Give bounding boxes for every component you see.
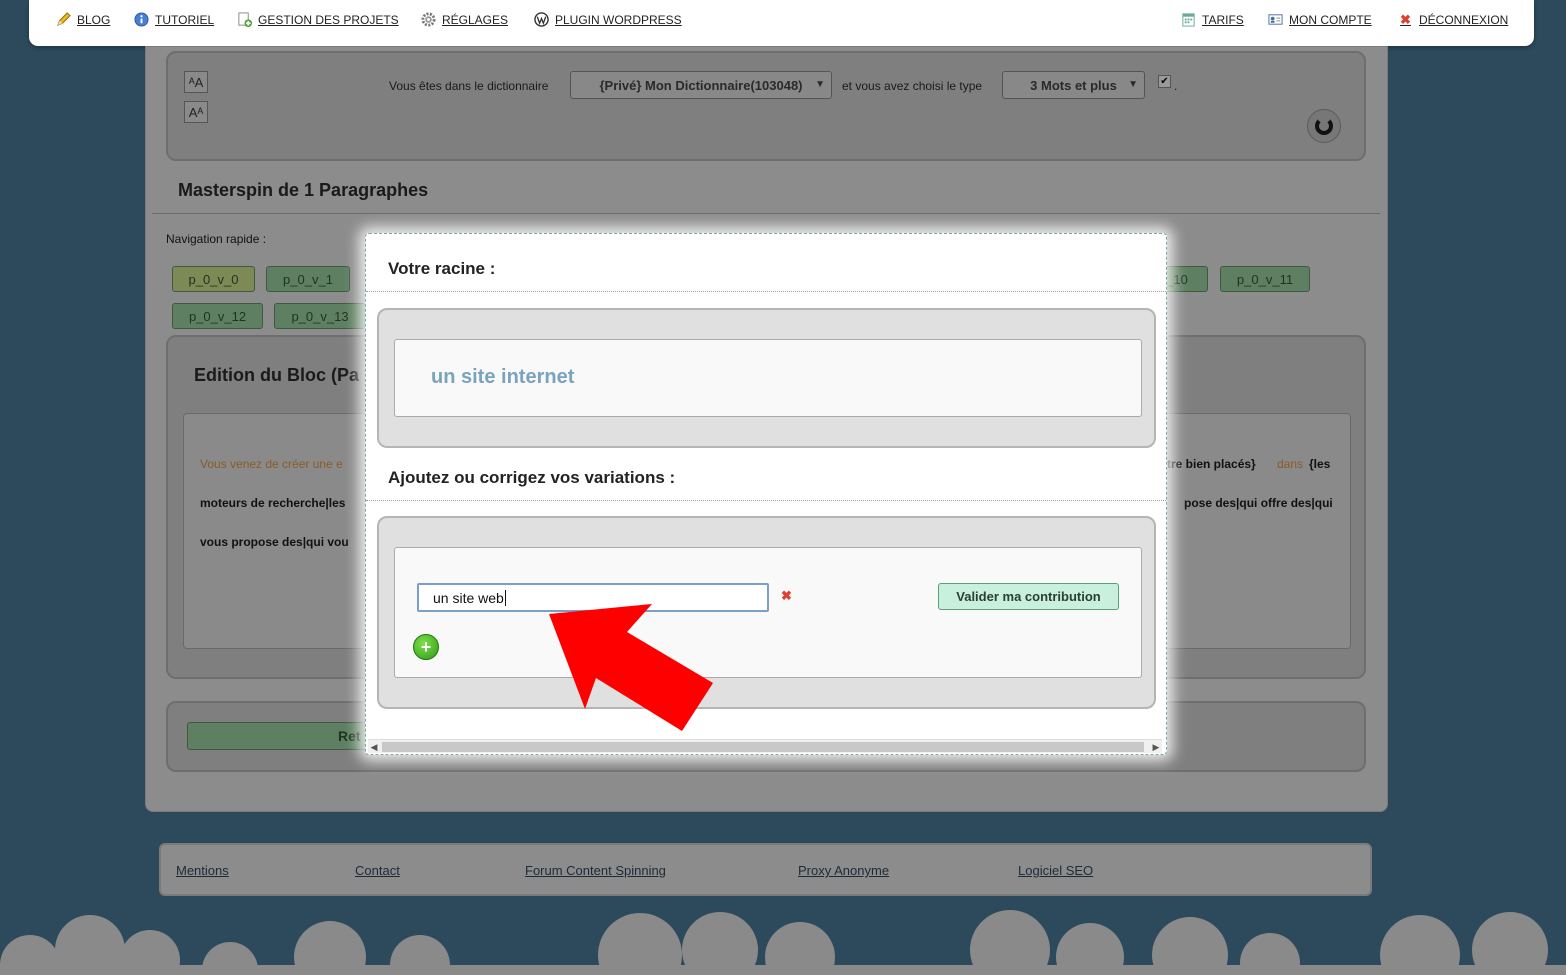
page-title: Masterspin de 1 Paragraphes: [178, 180, 429, 200]
type-select[interactable]: 3 Mots et plus ▼: [1002, 71, 1145, 99]
return-button[interactable]: Ret: [187, 722, 387, 750]
divider: [366, 500, 1166, 501]
nav-link-deconnexion[interactable]: ✖ DÉCONNEXION: [1398, 12, 1508, 27]
nav-button-p0v13[interactable]: p_0_v_13: [274, 303, 366, 329]
text-line2-right: pose des|qui offre des|qui: [1184, 496, 1333, 510]
footer-link-logiciel-seo[interactable]: Logiciel SEO: [1018, 863, 1093, 878]
dictionary-select-value: {Privé} Mon Dictionnaire(103048): [599, 77, 803, 93]
nav-button-p0v1[interactable]: p_0_v_1: [266, 266, 350, 292]
footer-link-mentions[interactable]: Mentions: [176, 863, 229, 878]
nav-link-tarifs[interactable]: TARIFS: [1181, 12, 1244, 27]
scroll-left-icon[interactable]: ◀: [368, 740, 380, 754]
text-line1-right-c: {les: [1309, 457, 1331, 471]
type-middle-label: et vous avez choisi le type: [842, 79, 983, 93]
root-box: un site internet: [394, 339, 1142, 417]
gear-icon: [421, 12, 436, 27]
root-heading: Votre racine :: [388, 259, 496, 278]
delete-variation-icon[interactable]: ✖: [781, 588, 792, 604]
text-line1-right-a: tre bien placés}: [1167, 457, 1256, 471]
nav-label: BLOG: [77, 12, 111, 27]
nav-rapide-label: Navigation rapide :: [166, 232, 267, 246]
variation-input-value: un site web: [433, 589, 504, 606]
text-line1-right-b: dans: [1277, 457, 1304, 471]
nav-label: TUTORIEL: [155, 12, 215, 27]
root-value: un site internet: [431, 366, 575, 388]
variation-modal: Votre racine : un site internet Ajoutez …: [365, 233, 1167, 755]
calendar-icon: [1182, 13, 1195, 27]
add-variation-icon[interactable]: +: [413, 634, 439, 660]
text-cursor: [504, 589, 506, 606]
dictionary-prefix-label: Vous êtes dans le dictionnaire: [389, 79, 549, 93]
type-checkbox[interactable]: ✔: [1158, 75, 1171, 88]
wordpress-icon: [534, 12, 549, 27]
chevron-down-icon: ▼: [1128, 79, 1138, 90]
variations-box: un site web ✖ Valider ma contribution +: [394, 547, 1142, 678]
cloud-background: [0, 910, 1566, 975]
pencil-icon: [57, 12, 71, 26]
nav-link-tutoriel[interactable]: TUTORIEL: [134, 12, 214, 27]
font-increase-icon[interactable]: ᴬA: [184, 71, 208, 93]
nav-label: TARIFS: [1202, 12, 1244, 27]
top-navigation-bar: BLOG TUTORIEL GESTION DES PROJETS RÉGLAG…: [29, 0, 1534, 46]
horizontal-scrollbar[interactable]: ◀ ▶: [368, 739, 1162, 753]
nav-label: RÉGLAGES: [442, 12, 509, 27]
text-line2-left: moteurs de recherche|les: [200, 496, 346, 510]
info-icon: [134, 12, 149, 27]
nav-link-mon-compte[interactable]: MON COMPTE: [1268, 12, 1372, 27]
nav-button-p0v12[interactable]: p_0_v_12: [172, 303, 263, 329]
scroll-right-icon[interactable]: ▶: [1150, 740, 1162, 754]
dictionary-select[interactable]: {Privé} Mon Dictionnaire(103048) ▼: [570, 71, 832, 99]
text-line3-left: vous propose des|qui vou: [200, 535, 349, 549]
add-document-icon: [238, 12, 252, 27]
footer-link-proxy[interactable]: Proxy Anonyme: [798, 863, 889, 878]
account-card-icon: [1268, 14, 1283, 25]
nav-label: DÉCONNEXION: [1419, 12, 1509, 27]
footer: Mentions Contact Forum Content Spinning …: [159, 843, 1372, 896]
validate-contribution-button[interactable]: Valider ma contribution: [938, 583, 1119, 610]
nav-label: MON COMPTE: [1289, 12, 1372, 27]
divider: [152, 213, 1380, 214]
root-panel: un site internet: [377, 308, 1156, 448]
refresh-icon[interactable]: [1307, 109, 1341, 143]
nav-button-p0v11[interactable]: p_0_v_11: [1220, 266, 1310, 292]
nav-link-blog[interactable]: BLOG: [56, 12, 110, 27]
variations-heading: Ajoutez ou corrigez vos variations :: [388, 468, 676, 487]
variations-panel: un site web ✖ Valider ma contribution +: [377, 516, 1156, 709]
nav-label: GESTION DES PROJETS: [258, 12, 399, 27]
nav-button-p0v0[interactable]: p_0_v_0: [172, 266, 255, 292]
dictionary-settings-box: ᴬA Aᴬ Vous êtes dans le dictionnaire {Pr…: [166, 51, 1366, 161]
edition-title: Edition du Bloc (Pa: [194, 365, 359, 385]
divider: [366, 291, 1166, 292]
font-decrease-icon[interactable]: Aᴬ: [184, 101, 208, 123]
nav-link-plugin-wordpress[interactable]: PLUGIN WORDPRESS: [534, 12, 682, 27]
footer-link-forum[interactable]: Forum Content Spinning: [525, 863, 666, 878]
nav-label: PLUGIN WORDPRESS: [555, 12, 682, 27]
dictionary-suffix: .: [1174, 79, 1178, 93]
type-select-value: 3 Mots et plus: [1030, 77, 1117, 93]
close-x-icon: ✖: [1400, 12, 1411, 27]
chevron-down-icon: ▼: [815, 79, 825, 90]
footer-link-contact[interactable]: Contact: [355, 863, 400, 878]
text-line1-left: Vous venez de créer une e: [200, 457, 343, 471]
scrollbar-thumb[interactable]: [382, 742, 1144, 752]
nav-link-reglages[interactable]: RÉGLAGES: [421, 12, 508, 27]
variation-input[interactable]: un site web: [417, 583, 769, 612]
nav-link-gestion-projets[interactable]: GESTION DES PROJETS: [237, 12, 399, 27]
